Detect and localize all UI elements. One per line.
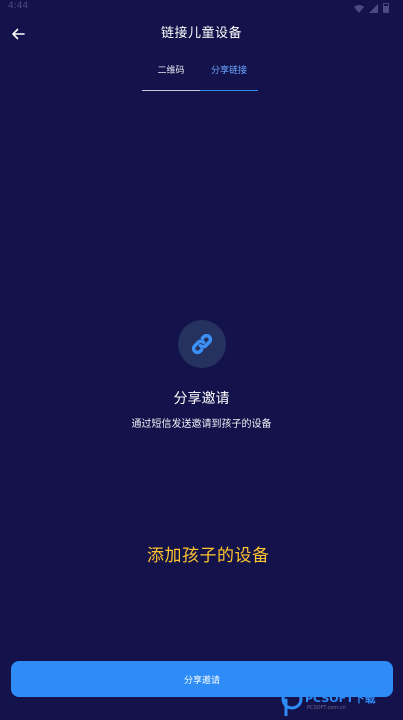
status-time: 4:44: [8, 1, 29, 11]
tab-underline: [142, 89, 200, 91]
watermark-logo-icon: [281, 688, 303, 716]
wifi-icon: [354, 4, 364, 13]
link-icon: [191, 333, 213, 355]
share-invite-description: 通过短信发送邀请到孩子的设备: [131, 419, 272, 430]
tab-share-link[interactable]: 分享链接: [200, 60, 258, 92]
tab-bar: 二维码 分享链接: [142, 60, 262, 92]
tab-label: 二维码: [157, 66, 185, 76]
tab-qr-code[interactable]: 二维码: [142, 60, 200, 92]
link-icon-badge: [178, 320, 226, 368]
watermark-brand: PCSOFT下载: [305, 692, 376, 705]
screen: 4:44 链接儿童设备 二维码 分享链接 分享邀请 通过短信发送邀请到孩子的设备…: [0, 0, 403, 720]
share-invite-title: 分享邀请: [173, 391, 230, 407]
tab-active-indicator: [200, 89, 258, 91]
watermark: PCSOFT下载 PCSOFT.com.cn: [281, 686, 399, 718]
share-invite-button-label: 分享邀请: [183, 675, 220, 686]
signal-icon: [369, 3, 378, 13]
page-title: 链接儿童设备: [160, 26, 242, 41]
battery-icon: [383, 3, 389, 13]
status-icons: [354, 3, 389, 13]
watermark-sub: PCSOFT.com.cn: [307, 705, 346, 711]
status-bar: 4:44: [0, 0, 403, 16]
tab-label: 分享链接: [210, 66, 247, 76]
caption-text: 添加孩子的设备: [147, 546, 270, 566]
